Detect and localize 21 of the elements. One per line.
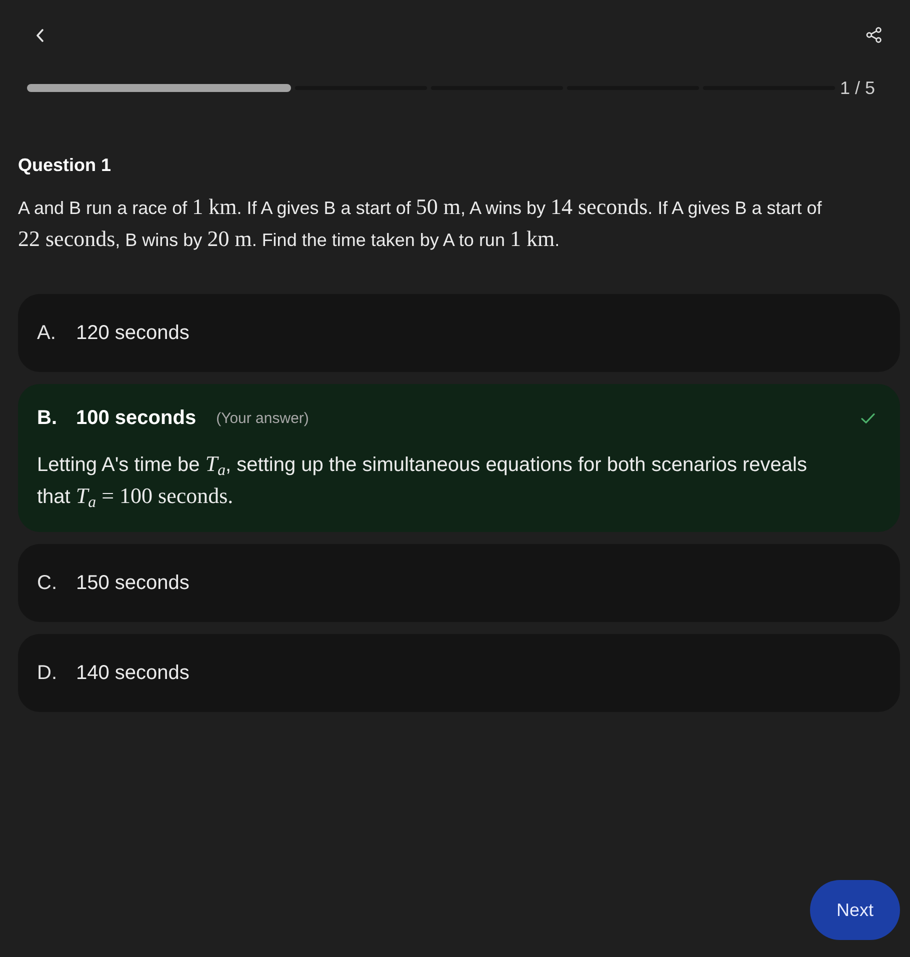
option-letter: D.	[37, 662, 58, 684]
answer-option[interactable]: D. 140 seconds	[18, 634, 900, 712]
next-button[interactable]: Next	[810, 880, 900, 940]
option-letter: A.	[37, 322, 57, 344]
answer-option[interactable]: A. 120 seconds	[18, 294, 900, 372]
explanation-text: Letting A's time be T$_{a}$, setting up the simultaneous equations for both scenarios reveals that T$_{a}$ = 100 seconds.	[37, 450, 808, 513]
share-icon	[866, 27, 882, 43]
question-counter: 1 / 5	[840, 78, 875, 98]
option-text: 150 seconds	[76, 572, 190, 594]
question-text: A and B run a race of 1 km. If A gives B a start of 50 m, A wins by 14 seconds. If A gives B a start of 22 seconds, B wins by 20 m. Find the time taken by A to run 1 km.	[18, 193, 823, 253]
option-letter: C.	[37, 572, 58, 594]
answer-option[interactable]: B. 100 seconds (Your answer) Letting A's time be T$_{a}$, setting up the simultaneous equations for both scenarios reveals that T$_{a}$ = 100 seconds.	[18, 384, 900, 532]
question-title: Question 1	[18, 154, 112, 177]
checkmark-icon	[861, 412, 875, 424]
option-text: 140 seconds	[76, 662, 190, 684]
chevron-left-icon	[36, 28, 44, 42]
option-text: 100 seconds	[76, 406, 196, 430]
answer-option[interactable]: C. 150 seconds	[18, 544, 900, 622]
your-answer-note: (Your answer)	[216, 410, 309, 426]
option-letter: B.	[37, 406, 58, 430]
option-text: 120 seconds	[76, 322, 190, 344]
